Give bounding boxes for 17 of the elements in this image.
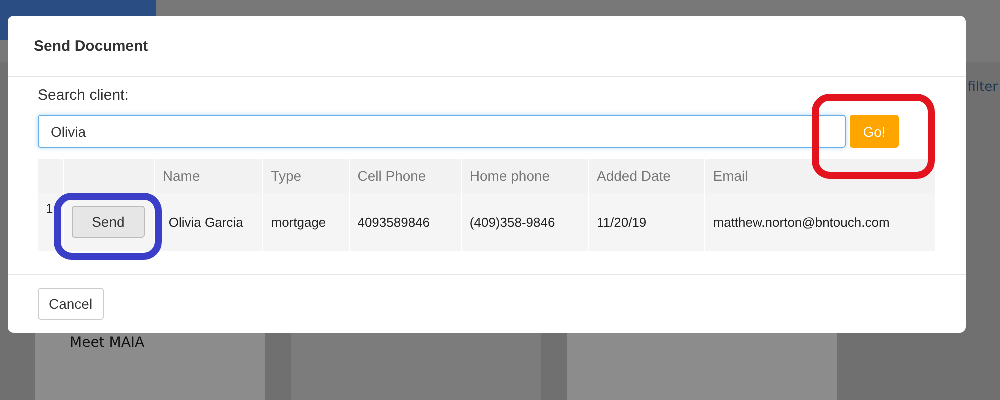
table-cell: 4093589846	[349, 193, 462, 251]
column-header: Home phone	[461, 159, 589, 193]
send-button[interactable]: Send	[72, 206, 145, 238]
dialog-title: Send Document	[34, 38, 148, 54]
table-cell: matthew.norton@bntouch.com	[704, 193, 936, 251]
table-cell: 11/20/19	[588, 193, 705, 251]
card-heading: Meet MAIA	[70, 335, 146, 351]
column-header: Cell Phone	[349, 159, 462, 193]
search-label: Search client:	[38, 87, 130, 104]
column-header: Name	[154, 159, 263, 193]
column-header: Added Date	[588, 159, 705, 193]
cancel-button[interactable]: Cancel	[38, 288, 104, 320]
search-field[interactable]: Olivia	[38, 115, 846, 148]
table-cell: mortgage	[262, 193, 350, 251]
table-cell: (409)358-9846	[461, 193, 589, 251]
column-header: Type	[262, 159, 350, 193]
table-cell: Olivia Garcia	[154, 193, 263, 251]
